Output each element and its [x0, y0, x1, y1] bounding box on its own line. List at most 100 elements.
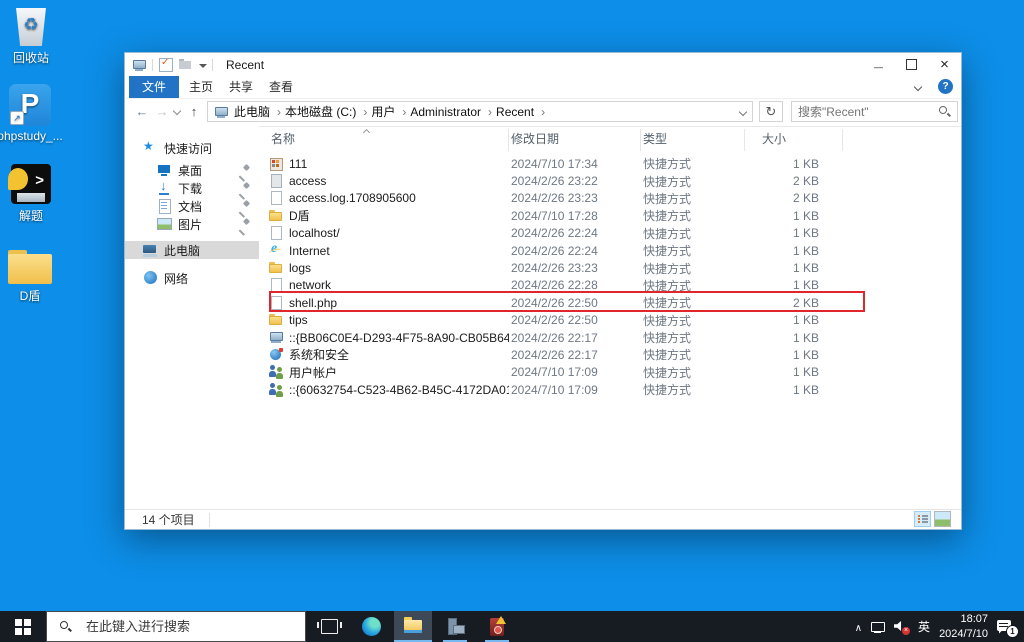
sidebar-item-desktop[interactable]: 桌面	[125, 161, 259, 179]
file-size: 1 KB	[792, 347, 819, 362]
window-controls	[862, 53, 961, 76]
file-row[interactable]: 111 2024/7/10 17:34 快捷方式 1 KB	[263, 155, 958, 172]
back-button[interactable]	[133, 103, 151, 121]
recycle-bin-icon	[16, 8, 46, 46]
desktop-icon-label: 解题	[18, 209, 43, 223]
file-row[interactable]: ::{60632754-C523-4B62-B45C-4172DA012... …	[263, 381, 958, 398]
refresh-icon[interactable]	[759, 101, 783, 122]
file-row[interactable]: tips 2024/2/26 22:50 快捷方式 1 KB	[263, 312, 958, 329]
help-icon[interactable]	[938, 79, 953, 94]
file-row[interactable]: access 2024/2/26 23:22 快捷方式 2 KB	[263, 172, 958, 189]
properties-check-icon[interactable]	[159, 57, 173, 72]
file-row[interactable]: 系统和安全 2024/2/26 22:17 快捷方式 1 KB	[263, 346, 958, 363]
file-icon	[269, 347, 284, 362]
breadcrumb-local-disk-c[interactable]: 本地磁盘 (C:)	[283, 103, 369, 120]
tab-file[interactable]: 文件	[129, 76, 180, 98]
file-name: ::{60632754-C523-4B62-B45C-4172DA012...	[289, 382, 509, 397]
breadcrumb-recent[interactable]: Recent	[494, 105, 547, 119]
file-size: 1 KB	[792, 330, 819, 345]
file-row[interactable]: D盾 2024/7/10 17:28 快捷方式 1 KB	[263, 207, 958, 224]
file-name: ::{BB06C0E4-D293-4F75-8A90-CB05B6477...	[289, 330, 509, 345]
sidebar-item-this-pc[interactable]: 此电脑	[125, 241, 259, 259]
file-type: 快捷方式	[643, 244, 692, 259]
desktop-icon-jieti[interactable]: 解题	[0, 164, 69, 224]
file-date-modified: 2024/7/10 17:09	[511, 382, 598, 397]
star-icon	[143, 139, 159, 155]
file-row[interactable]: access.log.1708905600 2024/2/26 23:23 快捷…	[263, 190, 958, 207]
sidebar-item-downloads[interactable]: 下载	[125, 178, 259, 197]
column-header-type[interactable]: 类型	[641, 129, 745, 151]
explorer-search-input[interactable]	[792, 104, 938, 119]
file-name: 系统和安全	[289, 348, 350, 363]
desktop-icon-phpstudy[interactable]: phpstudy_...	[0, 84, 68, 143]
sidebar-item-pictures[interactable]: 图片	[125, 215, 259, 233]
file-icon	[269, 174, 284, 189]
breadcrumb-this-pc[interactable]: 此电脑	[232, 103, 283, 120]
forward-button[interactable]	[153, 103, 171, 121]
navigation-pane: 快速访问 桌面 下载 文档 图片	[125, 125, 259, 509]
qat-dropdown-icon[interactable]	[198, 61, 207, 69]
minimize-ribbon-icon[interactable]	[914, 83, 923, 92]
start-button[interactable]	[0, 611, 46, 642]
network-icon	[143, 271, 159, 285]
desktop-icon-dshield-folder[interactable]: D盾	[0, 250, 68, 304]
address-dropdown-icon[interactable]	[738, 107, 748, 117]
file-row[interactable]: Internet 2024/2/26 22:24 快捷方式 1 KB	[263, 242, 958, 259]
pin-icon[interactable]	[239, 183, 250, 194]
up-button[interactable]	[185, 103, 203, 121]
file-row[interactable]: logs 2024/2/26 23:23 快捷方式 1 KB	[263, 259, 958, 276]
network-tray-icon[interactable]	[871, 621, 886, 633]
search-icon	[59, 620, 72, 633]
file-row[interactable]: localhost/ 2024/2/26 22:24 快捷方式 1 KB	[263, 225, 958, 242]
file-name: 111	[289, 156, 308, 171]
taskbar-edge-button[interactable]	[352, 611, 390, 642]
action-center-icon[interactable]: 1	[997, 619, 1019, 638]
taskbar-phpstudy-button[interactable]	[436, 611, 474, 642]
recent-locations-icon[interactable]	[172, 107, 182, 117]
column-header-name[interactable]: 名称	[263, 129, 509, 151]
taskbar-clock[interactable]: 18:07 2024/7/10	[939, 612, 988, 641]
file-row[interactable]: 用户帐户 2024/7/10 17:09 快捷方式 1 KB	[263, 364, 958, 381]
document-icon	[157, 199, 173, 214]
file-icon	[269, 157, 284, 171]
column-header-date-modified[interactable]: 修改日期	[509, 129, 641, 151]
file-row[interactable]: ::{BB06C0E4-D293-4F75-8A90-CB05B6477... …	[263, 329, 958, 346]
file-icon	[269, 382, 284, 397]
download-icon	[157, 178, 173, 195]
thumbnails-view-button[interactable]	[934, 511, 951, 527]
sidebar-item-quick-access[interactable]: 快速访问	[125, 139, 259, 157]
task-view-button[interactable]	[310, 611, 348, 642]
file-date-modified: 2024/2/26 22:24	[511, 226, 598, 241]
folder-icon	[7, 250, 53, 284]
file-name: logs	[289, 261, 312, 276]
details-view-button[interactable]	[914, 511, 931, 527]
tab-share[interactable]: 共享	[225, 76, 257, 98]
pin-icon[interactable]	[239, 219, 250, 230]
edge-icon	[361, 617, 381, 636]
column-header-size[interactable]: 大小	[745, 129, 843, 151]
pin-icon[interactable]	[239, 165, 250, 176]
breadcrumb-users[interactable]: 用户	[369, 103, 408, 120]
hidden-icons-chevron[interactable]	[855, 618, 862, 636]
taskbar-search-input[interactable]	[78, 619, 305, 634]
search-icon	[938, 105, 951, 118]
maximize-button[interactable]	[895, 53, 928, 76]
desktop-icon	[157, 163, 173, 177]
clock-time: 18:07	[960, 613, 988, 626]
file-icon	[269, 331, 284, 345]
volume-muted-icon[interactable]	[894, 620, 911, 635]
close-button[interactable]	[928, 53, 961, 76]
desktop-icon-recycle-bin[interactable]: 回收站	[0, 8, 69, 66]
minimize-button[interactable]	[862, 53, 895, 76]
taskbar-dshield-button[interactable]	[478, 611, 516, 642]
pin-icon[interactable]	[239, 201, 250, 212]
tab-view[interactable]: 查看	[265, 76, 297, 98]
sidebar-item-documents[interactable]: 文档	[125, 197, 259, 215]
notification-badge: 1	[1006, 624, 1019, 638]
new-folder-icon[interactable]	[179, 59, 192, 70]
input-language-indicator[interactable]: 英	[918, 618, 930, 635]
taskbar-explorer-button[interactable]	[394, 611, 432, 642]
breadcrumb-administrator[interactable]: Administrator	[408, 105, 494, 119]
tab-home[interactable]: 主页	[185, 76, 217, 98]
sidebar-item-network[interactable]: 网络	[125, 269, 259, 287]
